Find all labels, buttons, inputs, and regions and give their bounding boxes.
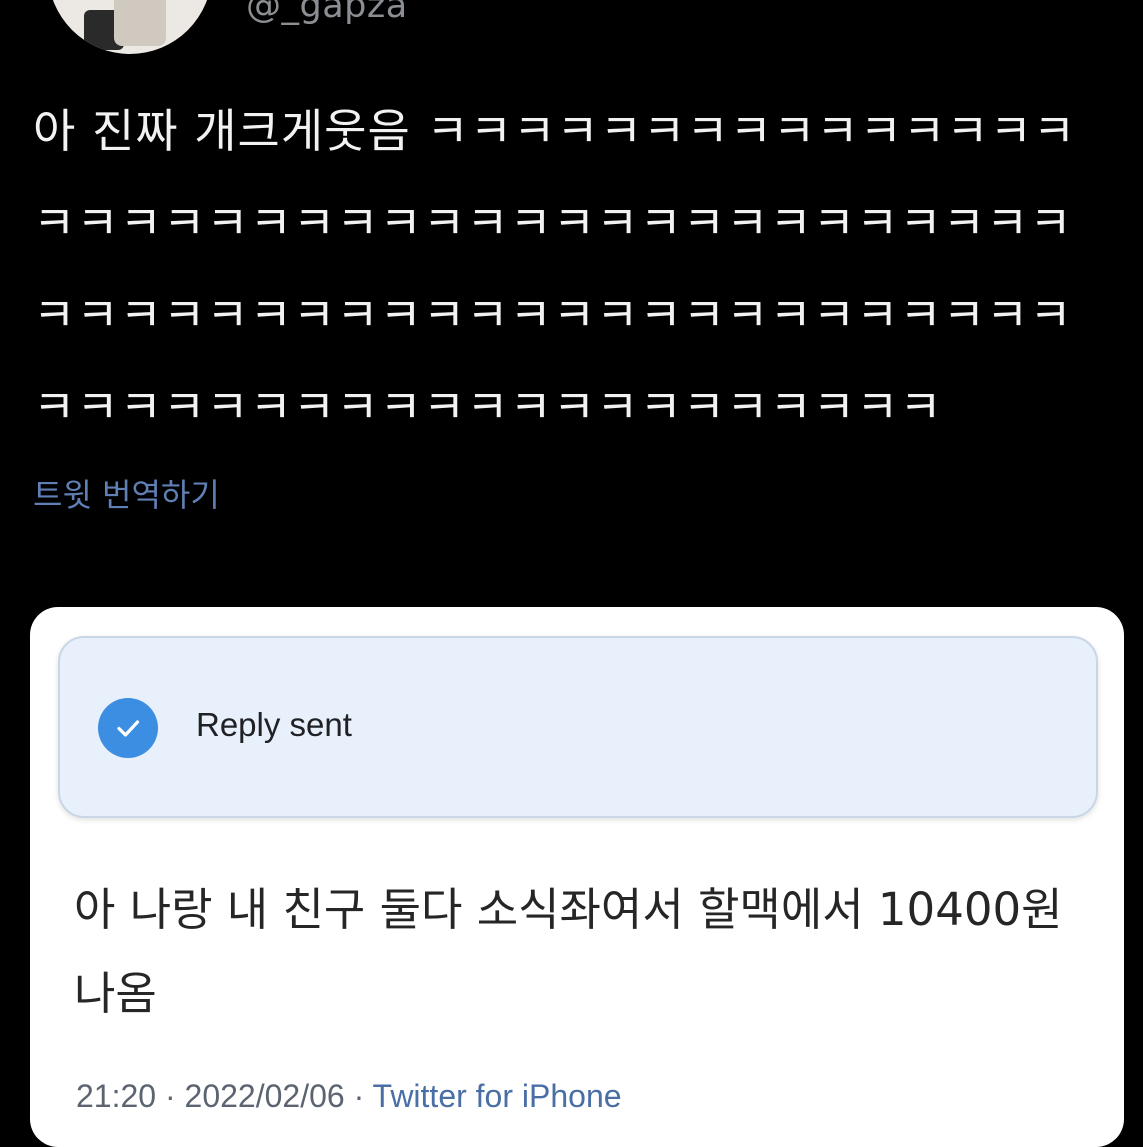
translate-tweet-link[interactable]: 트윗 번역하기 [33, 470, 220, 516]
meta-separator: · [164, 1078, 176, 1114]
user-handle[interactable]: @_gapza [246, 0, 408, 26]
meta-separator: · [353, 1078, 365, 1114]
tweet-text: 아 진짜 개크게웃음 ㅋㅋㅋㅋㅋㅋㅋㅋㅋㅋㅋㅋㅋㅋㅋㅋㅋㅋㅋㅋㅋㅋㅋㅋㅋㅋㅋㅋㅋ… [33, 104, 1077, 434]
toast-label: Reply sent [196, 706, 352, 743]
tweet-source-link[interactable]: Twitter for iPhone [373, 1078, 622, 1114]
tweet-meta: 21:20 · 2022/02/06 · Twitter for iPhone [76, 1078, 622, 1115]
tweet-time: 21:20 [76, 1078, 157, 1114]
check-icon [98, 698, 158, 758]
avatar[interactable] [48, 0, 212, 54]
reply-text: 아 나랑 내 친구 둘다 소식좌여서 할맥에서 10400원 나옴 [74, 883, 1063, 1020]
avatar-hand [114, 0, 166, 46]
reply-sent-toast: Reply sent [58, 636, 1098, 818]
tweet-date[interactable]: 2022/02/06 [185, 1078, 345, 1114]
